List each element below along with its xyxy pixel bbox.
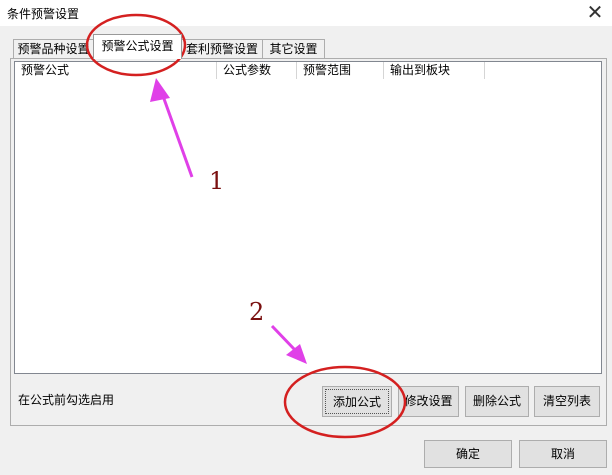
delete-formula-button[interactable]: 删除公式 (465, 386, 529, 417)
tab-label: 套利预警设置 (185, 42, 258, 56)
step-label-1: 1 (209, 167, 225, 195)
close-icon[interactable]: ✕ (584, 1, 606, 23)
tab-variety-settings[interactable]: 预警品种设置 (13, 39, 94, 58)
column-header-params[interactable]: 公式参数 (217, 62, 297, 79)
modify-settings-button[interactable]: 修改设置 (398, 386, 459, 417)
title-bar: 条件预警设置 ✕ (0, 0, 612, 26)
column-header-output-block[interactable]: 输出到板块 (384, 62, 485, 79)
window-title: 条件预警设置 (7, 7, 80, 21)
step-label-2: 2 (249, 298, 265, 326)
clear-list-button[interactable]: 清空列表 (534, 386, 600, 417)
column-header-formula[interactable]: 预警公式 (15, 62, 217, 79)
column-header-range[interactable]: 预警范围 (297, 62, 384, 79)
list-header: 预警公式 公式参数 预警范围 输出到板块 (15, 62, 601, 79)
tab-arbitrage-settings[interactable]: 套利预警设置 (181, 39, 263, 58)
tab-label: 其它设置 (269, 42, 318, 56)
tab-other-settings[interactable]: 其它设置 (262, 39, 325, 58)
cancel-button[interactable]: 取消 (519, 440, 607, 468)
add-formula-label: 添加公式 (325, 389, 389, 414)
tab-formula-settings[interactable]: 预警公式设置 (93, 34, 182, 59)
enable-hint: 在公式前勾选启用 (18, 393, 115, 407)
add-formula-button[interactable]: 添加公式 (322, 386, 392, 417)
ok-button[interactable]: 确定 (424, 440, 512, 468)
tab-label: 预警品种设置 (17, 42, 90, 56)
formula-list[interactable]: 预警公式 公式参数 预警范围 输出到板块 (14, 61, 602, 374)
tab-label: 预警公式设置 (101, 39, 174, 53)
